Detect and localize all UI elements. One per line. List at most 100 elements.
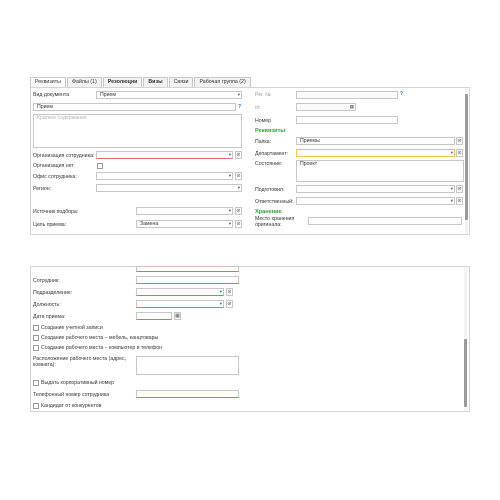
phone-label: Телефонный номер сотрудника — [33, 392, 110, 398]
link-icon[interactable]: ⊘ — [456, 149, 463, 157]
state-label: Состояние: — [255, 161, 283, 167]
prepared-label: Подготовил: — [255, 187, 285, 193]
tab-visas[interactable]: Визы — [143, 77, 168, 87]
doc-type-select[interactable]: Прием ▾ — [96, 91, 242, 99]
position-label: Должность: — [33, 302, 61, 308]
chevron-down-icon: ▾ — [237, 92, 240, 97]
storage-place-label: Место хранения оригинала: — [255, 216, 295, 228]
link-icon[interactable]: ⊘ — [456, 137, 463, 145]
tab-links[interactable]: Связи — [168, 77, 194, 87]
division-select[interactable]: ▾ — [136, 288, 224, 296]
upper-scrollbar-thumb[interactable] — [465, 94, 468, 220]
create-account-label: Создание учетной записи — [41, 325, 103, 331]
chevron-down-icon: ▾ — [228, 208, 231, 213]
goal-select[interactable]: Замена ▾ — [136, 220, 233, 228]
calendar-icon[interactable]: ▦ — [350, 104, 354, 110]
workplace-location-textarea[interactable] — [136, 356, 239, 375]
link-icon[interactable]: ⊘ — [226, 300, 233, 308]
region-select[interactable]: ▾ — [96, 184, 242, 192]
question-icon[interactable]: ? — [238, 104, 241, 110]
responsible-select[interactable]: ▾ — [296, 197, 455, 205]
state-field: Проект — [296, 160, 464, 182]
link-icon[interactable]: ⊘ — [235, 172, 242, 180]
tab-strip: Реквизиты Файлы (1) Резолюции Визы Связи… — [30, 77, 252, 87]
doc-type-value: Прием — [100, 92, 116, 98]
create-workplace-furniture-label: Создание рабочего места – мебель, канцто… — [41, 335, 159, 341]
subject-value: Прием — [37, 104, 53, 110]
source-select[interactable]: ▾ — [136, 207, 233, 215]
hire-date-label: Дата приема: — [33, 314, 66, 320]
link-icon[interactable]: ⊘ — [456, 185, 463, 193]
subject-input[interactable]: Прием — [33, 103, 236, 111]
lower-scrollbar-thumb[interactable] — [464, 339, 467, 407]
content-placeholder: Краткое содержание — [37, 115, 87, 121]
prepared-select[interactable]: ▾ — [296, 185, 455, 193]
competitor-checkbox[interactable] — [33, 403, 39, 409]
number-input[interactable] — [296, 116, 398, 124]
folder-input[interactable]: Приемы — [296, 137, 455, 145]
position-select[interactable]: ▾ — [136, 300, 224, 308]
calendar-icon[interactable]: ▦ — [174, 312, 181, 320]
folder-value: Приемы — [300, 138, 320, 144]
question-icon[interactable]: ? — [400, 91, 403, 97]
competitor-label: Кандидат от конкурентов — [41, 403, 102, 409]
from-label: от — [255, 105, 261, 111]
employee-label: Сотрудник: — [33, 278, 60, 284]
chevron-down-icon: ▾ — [237, 185, 240, 190]
workplace-location-label: Расположение рабочего места (адрес, комн… — [33, 356, 127, 368]
number-label: Номер — [255, 118, 271, 124]
create-workplace-pc-checkbox[interactable] — [33, 345, 39, 351]
link-icon[interactable]: ⊘ — [226, 288, 233, 296]
create-workplace-pc-label: Создание рабочего места – компьютер и те… — [41, 345, 162, 351]
chevron-down-icon: ▾ — [228, 173, 231, 178]
goal-label: Цель приема: — [33, 222, 67, 228]
chevron-down-icon: ▾ — [228, 221, 231, 226]
lower-scrollbar[interactable] — [464, 267, 467, 411]
responsible-label: Ответственный: — [255, 199, 294, 205]
storage-section-title: Хранение — [255, 209, 282, 215]
lower-top-input[interactable] — [136, 266, 239, 272]
chevron-down-icon: ▾ — [219, 289, 222, 294]
division-label: Подразделение: — [33, 290, 73, 296]
department-select[interactable]: ▾ — [296, 149, 455, 157]
org-na-label: Организация нет — [33, 163, 74, 169]
corp-number-label: Выдать корпоративный номер — [41, 380, 115, 386]
phone-input[interactable] — [136, 390, 239, 398]
org-na-checkbox[interactable] — [97, 163, 103, 169]
state-value: Проект — [300, 161, 318, 167]
department-label: Департамент: — [255, 151, 289, 157]
chevron-down-icon: ▾ — [228, 152, 231, 157]
reg-no-label: Рег. № — [255, 92, 271, 98]
chevron-down-icon: ▾ — [450, 186, 453, 191]
content-textarea[interactable]: Краткое содержание — [33, 114, 242, 148]
chevron-down-icon: ▾ — [450, 198, 453, 203]
corp-number-checkbox[interactable] — [33, 380, 39, 386]
upper-scrollbar[interactable] — [465, 88, 468, 234]
link-icon[interactable]: ⊘ — [235, 220, 242, 228]
link-icon[interactable]: ⊘ — [235, 151, 242, 159]
reg-no-input[interactable] — [296, 91, 398, 99]
doc-type-label: Вид документа — [33, 92, 70, 98]
create-workplace-furniture-checkbox[interactable] — [33, 335, 39, 341]
tab-workgroup[interactable]: Рабочая группа (2) — [194, 77, 251, 87]
source-label: Источник подбора: — [33, 209, 79, 215]
create-account-checkbox[interactable] — [33, 325, 39, 331]
link-icon[interactable]: ⊘ — [235, 207, 242, 215]
org-employee-select[interactable]: ▾ — [96, 151, 233, 159]
tab-requisites[interactable]: Реквизиты — [30, 77, 66, 87]
goal-value: Замена — [140, 221, 159, 227]
office-label: Офис сотрудника: — [33, 174, 77, 180]
org-employee-label: Организация сотрудника: — [33, 153, 95, 159]
link-icon[interactable]: ⊘ — [456, 197, 463, 205]
region-label: Регион: — [33, 186, 52, 192]
employee-input[interactable] — [136, 276, 239, 284]
hire-date-input[interactable] — [136, 312, 172, 320]
office-select[interactable]: ▾ — [96, 172, 233, 180]
tab-files[interactable]: Файлы (1) — [66, 77, 102, 87]
chevron-down-icon: ▾ — [450, 150, 453, 155]
folder-label: Папка: — [255, 139, 272, 145]
storage-place-input[interactable] — [308, 217, 462, 225]
chevron-down-icon: ▾ — [219, 301, 222, 306]
tab-resolutions[interactable]: Резолюции — [102, 77, 143, 87]
from-date-input[interactable]: ▦ — [296, 103, 356, 111]
